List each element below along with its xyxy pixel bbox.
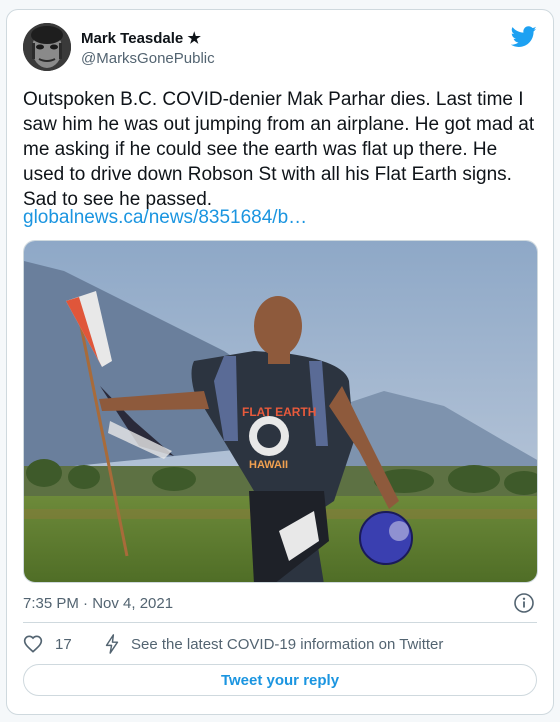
avatar[interactable] [23, 23, 71, 71]
tweet-text: Outspoken B.C. COVID-denier Mak Parhar d… [23, 89, 535, 210]
tweet-card: Mark Teasdale ★ @MarksGonePublic Outspok… [6, 9, 554, 715]
author-handle[interactable]: @MarksGonePublic [81, 50, 215, 67]
info-icon[interactable] [513, 592, 535, 614]
shirt-text-bottom: HAWAII [249, 459, 288, 471]
tweet-timestamp[interactable]: 7:35 PM · Nov 4, 2021 [23, 595, 173, 612]
like-button[interactable]: 17 [23, 634, 72, 654]
lightning-icon [105, 634, 119, 654]
reply-button[interactable]: Tweet your reply [23, 664, 537, 696]
divider [23, 622, 537, 623]
skydiver-photo: FLAT EARTH HAWAII [24, 241, 537, 582]
heart-icon [23, 635, 43, 653]
covid-info-link[interactable]: See the latest COVID-19 information on T… [103, 634, 443, 654]
like-count: 17 [55, 635, 72, 653]
tweet-photo[interactable]: FLAT EARTH HAWAII [23, 240, 538, 583]
shirt-text-top: FLAT EARTH [242, 405, 316, 419]
tweet-link[interactable]: globalnews.ca/news/8351684/b… [23, 205, 307, 230]
covid-info-text: See the latest COVID-19 information on T… [131, 635, 444, 653]
author-name[interactable]: Mark Teasdale ★ [81, 29, 201, 47]
twitter-bird-icon[interactable] [510, 26, 537, 48]
avatar-image [23, 23, 71, 71]
